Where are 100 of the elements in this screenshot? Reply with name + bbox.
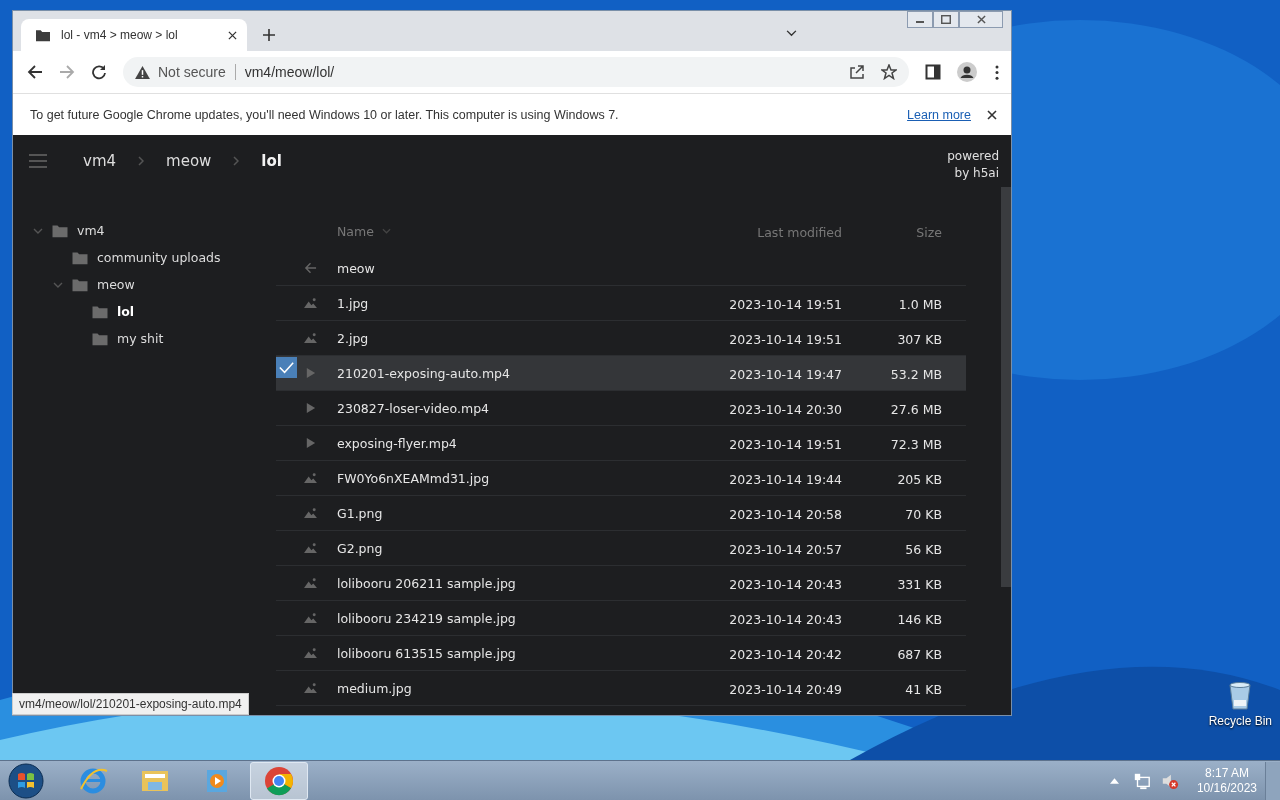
tab-title: lol - vm4 > meow > lol (61, 28, 179, 42)
file-row[interactable]: medium.jpg 2023-10-14 20:49 41 KB (276, 671, 966, 706)
file-row[interactable]: exposing-flyer.mp4 2023-10-14 19:51 72.3 MB (276, 426, 966, 461)
powered-by-text: powered (947, 148, 999, 165)
file-name: medium.jpg (337, 680, 412, 696)
image-icon (304, 507, 317, 519)
play-icon (304, 402, 317, 414)
play-icon (304, 367, 317, 379)
new-tab-icon[interactable] (263, 29, 275, 41)
image-icon (304, 682, 317, 694)
image-icon (304, 647, 317, 659)
close-icon (976, 15, 986, 24)
parent-folder-link[interactable]: meow (337, 260, 375, 276)
update-message: To get future Google Chrome updates, you'll need Windows 10 or later. This computer is using Windows 7. (30, 107, 619, 122)
folder-link[interactable]: meow (97, 277, 135, 292)
learn-more-link[interactable]: Learn more (907, 107, 971, 122)
modified-date: 2023-10-14 20:57 (729, 541, 842, 557)
file-row[interactable]: FW0Yo6nXEAMmd31.jpg 2023-10-14 19:44 205 KB (276, 461, 966, 496)
security-label: Not secure (158, 64, 226, 80)
folder-icon (71, 277, 89, 292)
browser-tab[interactable]: lol - vm4 > meow > lol (21, 19, 247, 51)
modified-date: 2023-10-14 19:51 (729, 436, 842, 452)
close-button[interactable] (959, 11, 1003, 28)
file-row[interactable]: G1.png 2023-10-14 20:58 70 KB (276, 496, 966, 531)
maximize-icon (941, 15, 951, 24)
folder-icon (71, 250, 89, 265)
show-hidden-icons-icon[interactable] (1109, 777, 1119, 784)
file-size: 687 KB (897, 646, 942, 662)
file-row[interactable]: lolibooru 234219 sample.jpg 2023-10-14 20:43 146 KB (276, 601, 966, 636)
file-name: lolibooru 613515 sample.jpg (337, 645, 516, 661)
image-icon (304, 542, 317, 554)
folder-link[interactable]: vm4 (77, 223, 105, 238)
image-icon (304, 297, 317, 309)
menu-icon[interactable] (995, 64, 999, 80)
folder-icon (91, 304, 109, 319)
taskbar-button[interactable] (250, 761, 308, 800)
file-row[interactable]: 1.jpg 2023-10-14 19:51 1.0 MB (276, 286, 966, 321)
address-bar[interactable]: Not secure vm4/meow/lol/ (123, 57, 909, 87)
close-icon[interactable] (987, 109, 997, 120)
warning-icon (135, 65, 150, 79)
folder-icon (35, 28, 51, 42)
file-name: G1.png (337, 505, 383, 521)
file-size: 56 KB (905, 541, 942, 557)
forward-icon[interactable] (59, 64, 75, 80)
scrollbar-thumb[interactable] (1001, 187, 1011, 587)
star-icon[interactable] (881, 64, 897, 80)
share-icon[interactable] (849, 64, 865, 80)
folder-icon (91, 331, 109, 346)
image-icon (304, 612, 317, 624)
breadcrumb-link[interactable]: lol (261, 152, 282, 170)
network-icon[interactable] (1132, 771, 1151, 790)
modified-date: 2023-10-14 20:42 (729, 646, 842, 662)
profile-icon[interactable] (957, 62, 977, 82)
modified-date: 2023-10-14 20:43 (729, 576, 842, 592)
file-size: 41 KB (905, 681, 942, 697)
chrome-icon (263, 764, 295, 797)
column-header[interactable]: Size (916, 224, 942, 240)
file-name: 2.jpg (337, 330, 369, 346)
side-panel-icon[interactable] (925, 64, 941, 80)
column-header[interactable]: Last modified (757, 224, 842, 240)
modified-date: 2023-10-14 20:49 (729, 681, 842, 697)
folder-link[interactable]: my shit (117, 331, 164, 346)
caret-down-icon[interactable] (53, 281, 63, 288)
file-row[interactable]: lolibooru 613515 sample.jpg 2023-10-14 20:42 687 KB (276, 636, 966, 671)
file-size: 27.6 MB (890, 401, 942, 417)
minimize-button[interactable] (907, 11, 933, 28)
file-name: 1.jpg (337, 295, 369, 311)
checkbox-checked-icon[interactable] (276, 357, 297, 378)
file-size: 70 KB (905, 506, 942, 522)
file-row[interactable]: lolibooru 206211 sample.jpg 2023-10-14 20:43 331 KB (276, 566, 966, 601)
chevron-right-icon (233, 156, 240, 166)
chevron-right-icon (138, 156, 145, 166)
folder-link[interactable]: community uploads (97, 250, 221, 265)
image-icon (304, 577, 317, 589)
caret-down-icon[interactable] (33, 227, 43, 234)
file-name: exposing-flyer.mp4 (337, 435, 457, 451)
recycle-bin-icon[interactable] (1228, 680, 1253, 710)
file-row[interactable]: G2.png 2023-10-14 20:57 56 KB (276, 531, 966, 566)
modified-date: 2023-10-14 19:51 (729, 296, 842, 312)
file-name: lolibooru 234219 sample.jpg (337, 610, 516, 626)
chevron-down-icon[interactable] (786, 30, 797, 37)
file-name: 210201-exposing-auto.mp4 (337, 365, 510, 381)
file-name: lolibooru 206211 sample.jpg (337, 575, 516, 591)
breadcrumb-link[interactable]: vm4 (83, 152, 117, 170)
folder-link[interactable]: lol (117, 304, 135, 319)
start-button[interactable] (8, 762, 44, 799)
close-icon[interactable] (228, 30, 237, 40)
file-size: 1.0 MB (898, 296, 942, 312)
reload-icon[interactable] (91, 64, 107, 80)
file-row[interactable]: 230827-loser-video.mp4 2023-10-14 20:30 27.6 MB (276, 391, 966, 426)
breadcrumb-link[interactable]: meow (166, 152, 212, 170)
maximize-button[interactable] (933, 11, 959, 28)
file-size: 53.2 MB (890, 366, 942, 382)
back-icon[interactable] (27, 64, 43, 80)
file-name: 230827-loser-video.mp4 (337, 400, 490, 416)
file-name: FW0Yo6nXEAMmd31.jpg (337, 470, 490, 486)
column-header[interactable]: Name (337, 223, 374, 239)
modified-date: 2023-10-14 20:58 (729, 506, 842, 522)
file-row[interactable]: 210201-exposing-auto.mp4 2023-10-14 19:47 53.2 MB (276, 356, 966, 391)
back-arrow-icon[interactable] (304, 262, 317, 274)
